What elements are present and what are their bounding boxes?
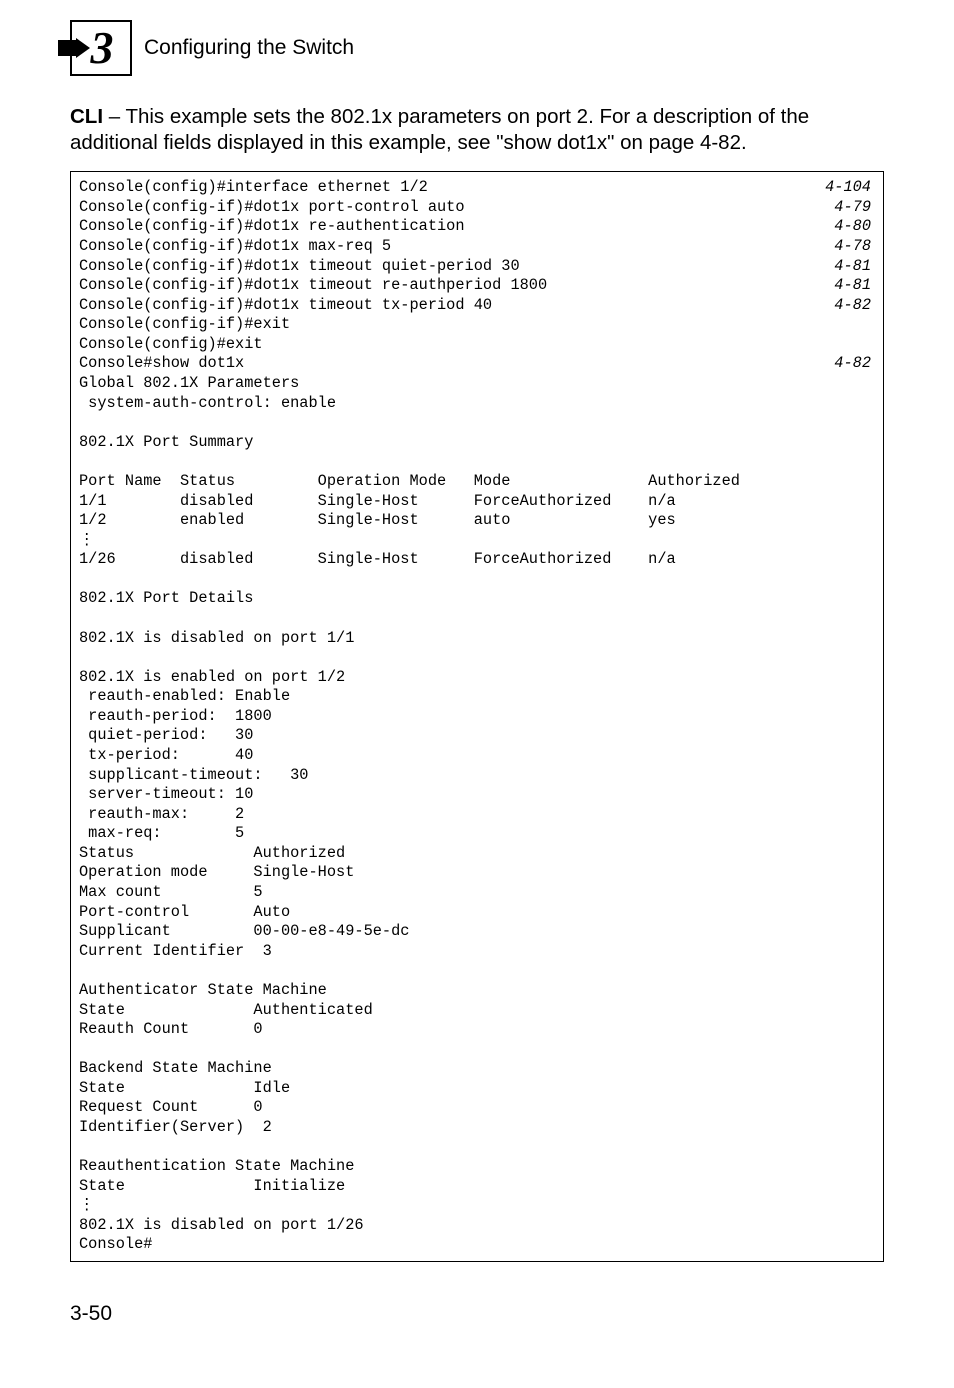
chapter-number: 3 xyxy=(91,25,112,71)
cli-command: Console(config-if)#dot1x port-control au… xyxy=(79,198,834,218)
cli-body-3: 802.1X is disabled on port 1/26 Console# xyxy=(79,1216,875,1255)
intro-rest: – This example sets the 802.1x parameter… xyxy=(70,105,809,154)
cli-page-ref: 4-78 xyxy=(834,237,875,257)
cli-command: Console(config)#interface ethernet 1/2 xyxy=(79,178,825,198)
cli-line: Console(config-if)#dot1x timeout re-auth… xyxy=(79,276,875,296)
chapter-box: 3 xyxy=(70,20,132,76)
intro-bold-lead: CLI xyxy=(70,105,103,128)
chapter-arrow-icon xyxy=(58,38,90,58)
cli-body-1: Global 802.1X Parameters system-auth-con… xyxy=(79,374,875,531)
cli-command: Console(config-if)#dot1x timeout tx-peri… xyxy=(79,296,834,316)
cli-line: Console(config-if)#dot1x timeout tx-peri… xyxy=(79,296,875,316)
page-number: 3-50 xyxy=(70,1302,884,1326)
cli-page-ref: 4-82 xyxy=(834,354,875,374)
cli-page-ref: 4-80 xyxy=(834,217,875,237)
page-header: 3 Configuring the Switch xyxy=(70,20,884,76)
cli-command: Console(config-if)#dot1x timeout re-auth… xyxy=(79,276,834,296)
cli-command: Console(config)#exit xyxy=(79,335,871,355)
cli-line: Console(config-if)#exit xyxy=(79,315,875,335)
cli-body-2: 1/26 disabled Single-Host ForceAuthorize… xyxy=(79,550,875,1196)
ellipsis-icon: ⋮ xyxy=(79,531,875,551)
cli-command: Console(config-if)#dot1x timeout quiet-p… xyxy=(79,257,834,277)
cli-line: Console(config)#exit xyxy=(79,335,875,355)
cli-command: Console(config-if)#exit xyxy=(79,315,871,335)
cli-command: Console(config-if)#dot1x max-req 5 xyxy=(79,237,834,257)
cli-page-ref: 4-81 xyxy=(834,276,875,296)
cli-line: Console(config)#interface ethernet 1/24-… xyxy=(79,178,875,198)
cli-page-ref: 4-81 xyxy=(834,257,875,277)
ellipsis-icon: ⋮ xyxy=(79,1196,875,1216)
cli-line: Console(config-if)#dot1x max-req 54-78 xyxy=(79,237,875,257)
cli-output-block: Console(config)#interface ethernet 1/24-… xyxy=(70,171,884,1262)
cli-command: Console#show dot1x xyxy=(79,354,834,374)
cli-page-ref: 4-79 xyxy=(834,198,875,218)
section-title: Configuring the Switch xyxy=(144,36,354,60)
cli-page-ref xyxy=(871,315,875,335)
cli-line: Console(config-if)#dot1x port-control au… xyxy=(79,198,875,218)
cli-line: Console#show dot1x4-82 xyxy=(79,354,875,374)
cli-page-ref: 4-82 xyxy=(834,296,875,316)
cli-command: Console(config-if)#dot1x re-authenticati… xyxy=(79,217,834,237)
intro-paragraph: CLI – This example sets the 802.1x param… xyxy=(70,104,884,155)
cli-page-ref: 4-104 xyxy=(825,178,875,198)
cli-line: Console(config-if)#dot1x re-authenticati… xyxy=(79,217,875,237)
cli-page-ref xyxy=(871,335,875,355)
cli-line: Console(config-if)#dot1x timeout quiet-p… xyxy=(79,257,875,277)
